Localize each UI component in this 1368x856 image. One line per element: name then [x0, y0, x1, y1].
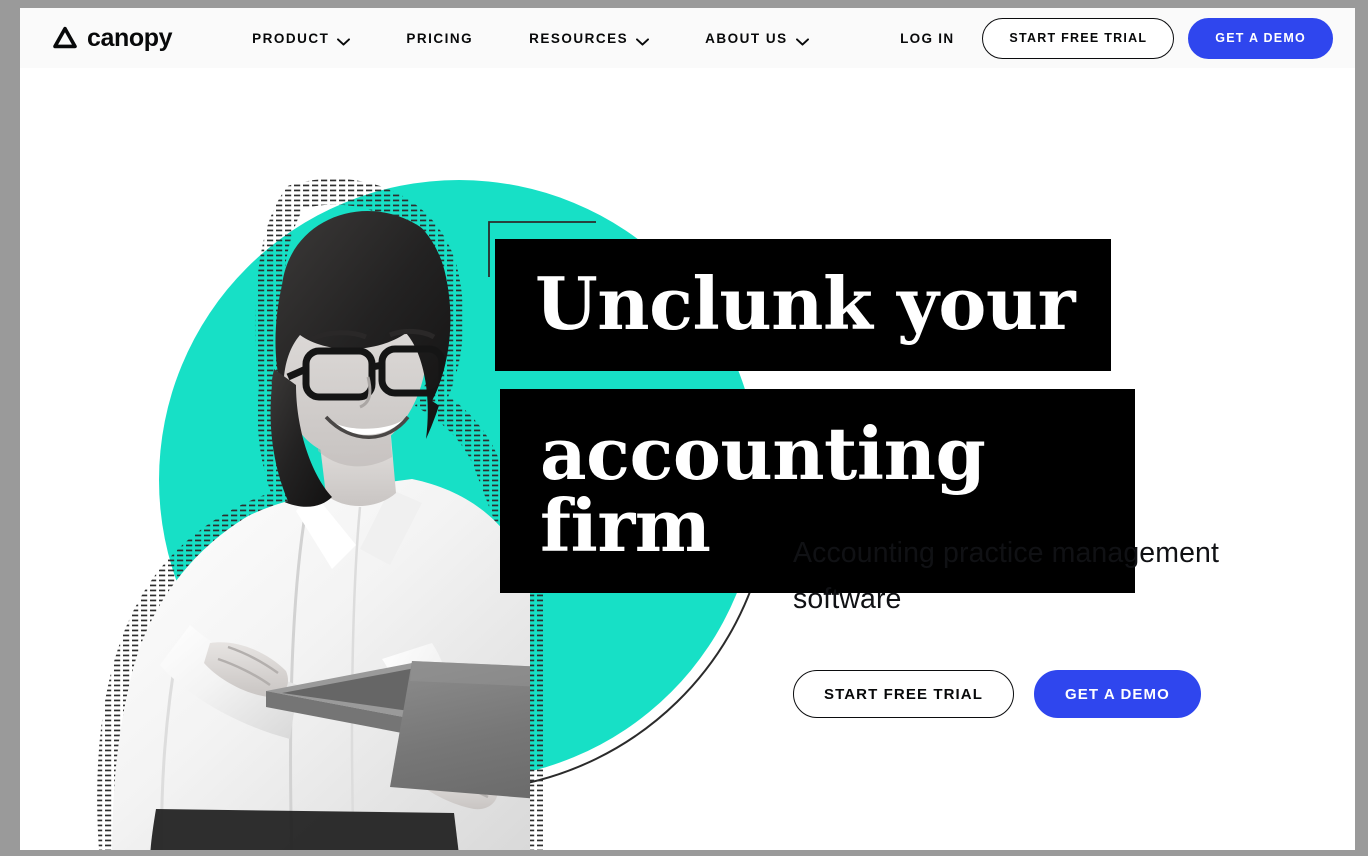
brand-logo-link[interactable]: canopy [52, 23, 173, 52]
site-header: canopy PRODUCT PRICING RESOURCES ABOUT U… [20, 8, 1355, 68]
header-actions: LOG IN START FREE TRIAL GET A DEMO [900, 17, 1355, 59]
login-link[interactable]: LOG IN [900, 31, 954, 46]
chevron-down-icon [337, 34, 351, 46]
nav-start-free-trial-button[interactable]: START FREE TRIAL [982, 17, 1175, 59]
browser-viewport: canopy PRODUCT PRICING RESOURCES ABOUT U… [20, 8, 1355, 850]
nav-item-product-label: PRODUCT [252, 30, 330, 46]
hero-start-free-trial-button[interactable]: START FREE TRIAL [793, 670, 1014, 718]
nav-item-product[interactable]: PRODUCT [224, 31, 378, 46]
nav-item-resources-label: RESOURCES [529, 30, 629, 46]
skirt [150, 809, 460, 850]
chevron-down-icon [795, 34, 809, 46]
nav-get-a-demo-button[interactable]: GET A DEMO [1188, 17, 1333, 59]
nav-item-about-us-label: ABOUT US [705, 30, 788, 46]
chevron-down-icon [636, 34, 650, 46]
hero-get-a-demo-button[interactable]: GET A DEMO [1033, 670, 1201, 718]
primary-navigation: PRODUCT PRICING RESOURCES ABOUT US [224, 31, 837, 46]
nav-item-about-us[interactable]: ABOUT US [677, 31, 837, 46]
canopy-triangle-logo-icon [52, 25, 78, 51]
brand-name: canopy [87, 23, 173, 52]
hero-cta-group: START FREE TRIAL GET A DEMO [793, 670, 1201, 718]
hero-headline-line-1: Unclunk your [495, 239, 1112, 371]
hero-subtitle: Accounting practice management software [793, 537, 1219, 615]
hero-section: Unclunk your accounting firm Accounting … [20, 68, 1355, 850]
nav-item-pricing-label: PRICING [406, 30, 474, 46]
nav-item-pricing[interactable]: PRICING [378, 31, 501, 46]
nav-item-resources[interactable]: RESOURCES [501, 31, 677, 46]
